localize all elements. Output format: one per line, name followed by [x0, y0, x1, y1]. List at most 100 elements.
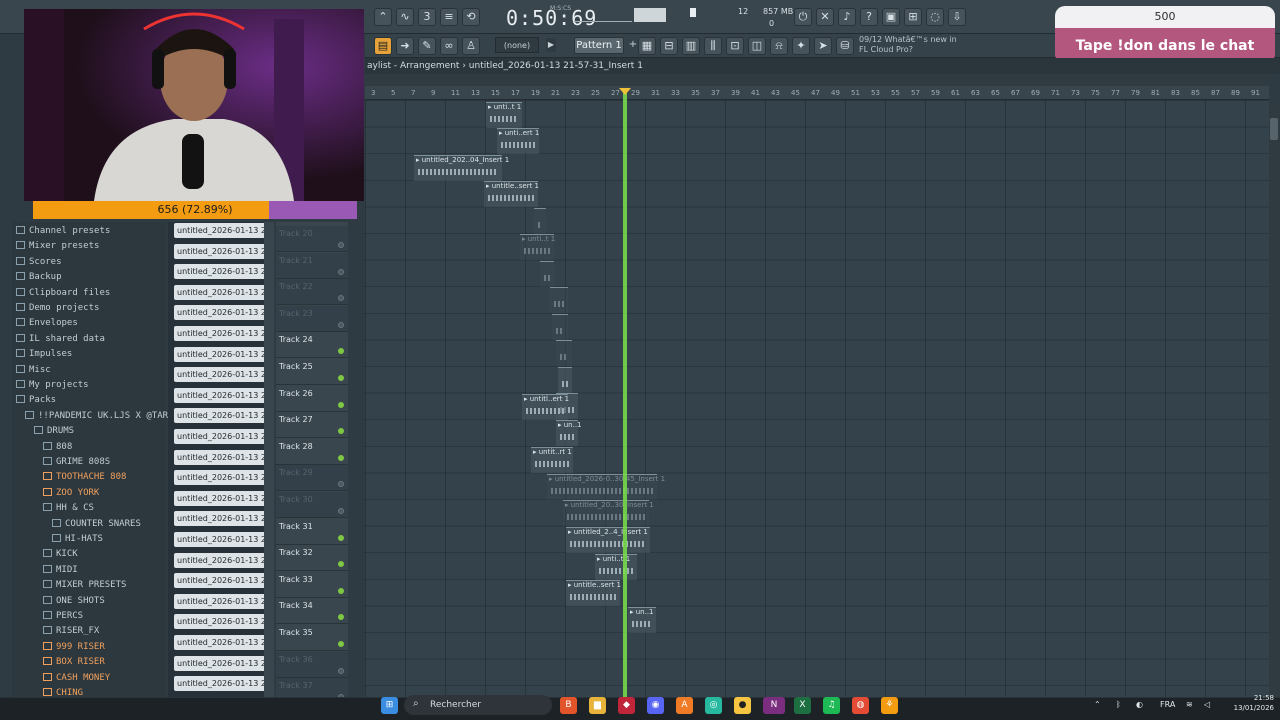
- track-mute-led[interactable]: [338, 534, 344, 541]
- audio-clip[interactable]: [558, 367, 572, 393]
- track-header[interactable]: Track 29: [276, 465, 348, 492]
- track-header[interactable]: Track 20: [276, 226, 348, 252]
- tools-icon[interactable]: ✦: [792, 37, 810, 55]
- track-header[interactable]: Track 24: [276, 332, 348, 359]
- playlist-scrollbar[interactable]: [1269, 100, 1280, 697]
- track-mute-led[interactable]: [338, 242, 344, 248]
- input-language[interactable]: FRA: [1160, 700, 1175, 709]
- channel-button[interactable]: untitled_2026-01-13 21-...: [174, 305, 266, 321]
- browser-item[interactable]: MIXER PRESETS: [43, 578, 126, 592]
- track-header[interactable]: Track 33: [276, 572, 348, 598]
- track-header[interactable]: Track 36: [276, 651, 348, 678]
- channel-button[interactable]: untitled_2026-01-13 21-...: [174, 532, 266, 547]
- channel-button[interactable]: untitled_2026-01-13 21-...: [174, 593, 266, 609]
- app-yellow-icon[interactable]: ●: [734, 697, 751, 714]
- excel-icon[interactable]: X: [794, 697, 811, 714]
- browser-item[interactable]: ZOO YORK: [43, 486, 99, 500]
- audio-clip[interactable]: ▸ unti..ert 1: [497, 128, 539, 154]
- browser-item[interactable]: TOOTHACHE 808: [43, 470, 126, 484]
- brave-icon[interactable]: B: [560, 697, 577, 714]
- track-mute-led[interactable]: [338, 375, 344, 381]
- track-mute-led[interactable]: [338, 295, 344, 302]
- system-clock[interactable]: 21:58 13/01/2026: [1222, 693, 1274, 713]
- browser-item[interactable]: CASH MONEY: [43, 671, 110, 685]
- track-header[interactable]: Track 30: [276, 492, 348, 518]
- loop-record-icon[interactable]: ⟲: [462, 8, 480, 26]
- audio-clip[interactable]: ▸ un..1: [556, 420, 582, 446]
- browser-item[interactable]: Packs: [16, 393, 56, 407]
- browser-item[interactable]: Mixer presets: [16, 239, 99, 253]
- browser-item[interactable]: Backup: [16, 270, 62, 284]
- browser-item[interactable]: MIDI: [43, 563, 78, 577]
- track-header[interactable]: Track 22: [276, 279, 348, 306]
- chat-icon[interactable]: ◌: [926, 8, 944, 26]
- audio-clip[interactable]: [534, 208, 546, 234]
- windows-start-icon[interactable]: ⊞: [381, 697, 398, 714]
- channel-button[interactable]: untitled_2026-01-13 21-...: [174, 676, 266, 692]
- track-mute-led[interactable]: [338, 587, 344, 594]
- save-icon[interactable]: ▣: [882, 8, 900, 26]
- audio-clip[interactable]: [556, 340, 572, 366]
- plugin-icon[interactable]: ⊡: [726, 37, 744, 55]
- stamp-icon[interactable]: ♙: [462, 37, 480, 55]
- countdown-icon[interactable]: 3: [418, 8, 436, 26]
- playlist-overview[interactable]: [365, 74, 1269, 86]
- channel-rack-icon[interactable]: ⊟: [660, 37, 678, 55]
- track-header[interactable]: Track 28: [276, 439, 348, 465]
- browser-item[interactable]: Clipboard files: [16, 286, 110, 300]
- wifi-icon[interactable]: ≋: [1186, 700, 1193, 709]
- track-header[interactable]: Track 21: [276, 252, 348, 279]
- chrome-icon[interactable]: ◍: [852, 697, 869, 714]
- track-mute-led[interactable]: [338, 401, 344, 408]
- audio-clip[interactable]: [550, 287, 568, 313]
- link-icon[interactable]: ∞: [440, 37, 458, 55]
- channel-button[interactable]: untitled_2026-01-13 21-...: [174, 614, 266, 630]
- audio-clip[interactable]: [552, 314, 568, 340]
- send-icon[interactable]: ➤: [814, 37, 832, 55]
- app-teal-icon[interactable]: ◎: [705, 697, 722, 714]
- browser-item[interactable]: HH & CS: [43, 501, 94, 515]
- browser-item[interactable]: Impulses: [16, 347, 72, 361]
- playlist-scroll-thumb[interactable]: [1270, 118, 1278, 140]
- add-pattern-icon[interactable]: +: [628, 38, 638, 52]
- browser-item[interactable]: ONE SHOTS: [43, 594, 105, 608]
- playlist-icon[interactable]: ▤: [374, 37, 392, 55]
- browser-item[interactable]: KICK: [43, 547, 78, 561]
- audio-clip[interactable]: ▸ untitle..sert 1: [566, 580, 621, 606]
- arrow-icon[interactable]: ➜: [396, 37, 414, 55]
- audio-clip[interactable]: ▸ untitled_202..04_Insert 1: [414, 155, 509, 181]
- audio-clip[interactable]: ▸ untit..rt 1: [531, 447, 573, 473]
- audio-clip[interactable]: ▸ untitle..sert 1: [484, 181, 539, 207]
- metronome-icon[interactable]: ⌃: [374, 8, 392, 26]
- browser-item[interactable]: RISER_FX: [43, 624, 99, 638]
- mixer-icon[interactable]: ⊞: [904, 8, 922, 26]
- audio-clip[interactable]: ▸ untitled_2..4_Insert 1: [566, 527, 650, 553]
- track-mute-led[interactable]: [338, 268, 344, 275]
- taskbar-search[interactable]: Rechercher: [404, 695, 552, 715]
- track-mute-led[interactable]: [338, 348, 344, 355]
- channel-button[interactable]: untitled_2026-01-13 21-...: [174, 284, 266, 300]
- audio-clip[interactable]: ▸ unti..t 1: [486, 102, 522, 128]
- channel-button[interactable]: untitled_2026-01-13 21-...: [174, 326, 266, 341]
- channel-button[interactable]: untitled_2026-01-13 21-...: [174, 264, 266, 280]
- browser-item[interactable]: Channel presets: [16, 224, 110, 238]
- app-red-icon[interactable]: ◆: [618, 697, 635, 714]
- browser-item[interactable]: GRIME 808S: [43, 455, 110, 469]
- pattern-selector[interactable]: Pattern 1: [574, 37, 624, 54]
- track-header[interactable]: Track 35: [276, 625, 348, 651]
- audio-clip[interactable]: ▸ untitled_20..30_Insert 1: [563, 500, 654, 526]
- track-mute-led[interactable]: [338, 428, 344, 435]
- track-mute-led[interactable]: [338, 321, 344, 328]
- channel-button[interactable]: untitled_2026-01-13 21-...: [174, 243, 266, 259]
- channel-button[interactable]: untitled_2026-01-13 21-...: [174, 387, 266, 403]
- browser-item[interactable]: COUNTER SNARES: [52, 517, 141, 531]
- browser-item[interactable]: 999 RISER: [43, 640, 105, 654]
- channel-scrollbar[interactable]: [264, 222, 274, 697]
- project-icon[interactable]: ◫: [748, 37, 766, 55]
- playlist-breadcrumb[interactable]: untitled_2026-01-13 21-57-31_Insert 1: [469, 61, 643, 71]
- track-header[interactable]: Track 25: [276, 359, 348, 385]
- app-orange-icon[interactable]: A: [676, 697, 693, 714]
- track-mute-led[interactable]: [338, 561, 344, 568]
- mixer-view-icon[interactable]: ⫼: [704, 37, 722, 55]
- wait-icon[interactable]: ∿: [396, 8, 414, 26]
